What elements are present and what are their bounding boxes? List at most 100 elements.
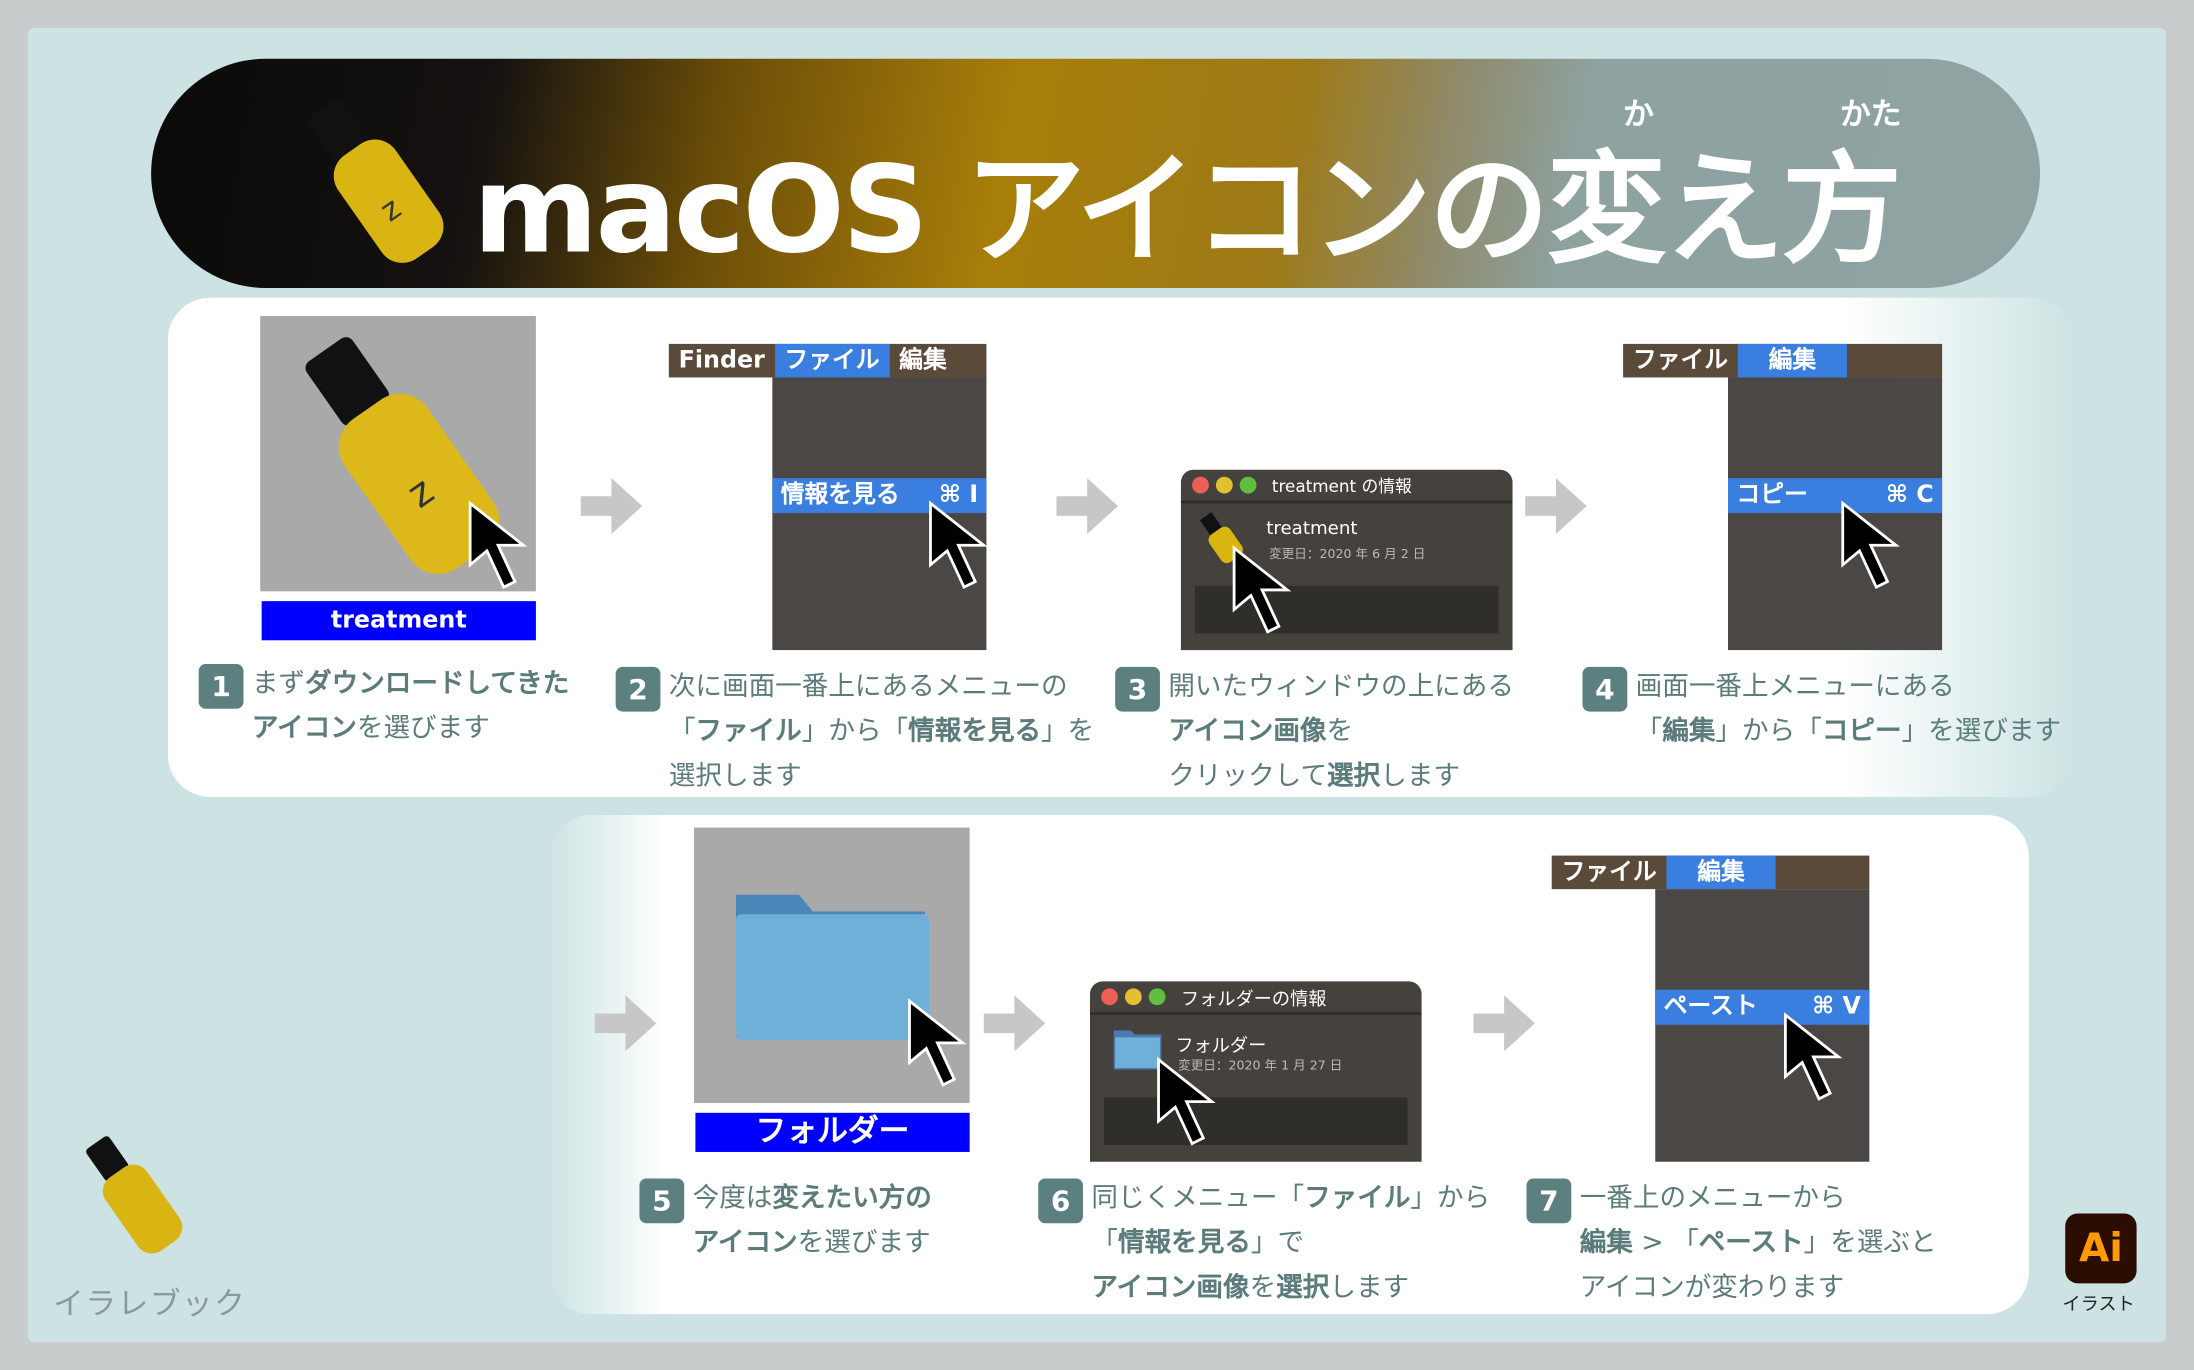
next-step-arrow-icon (1473, 995, 1535, 1052)
menu-finder[interactable]: Finder (669, 344, 775, 378)
next-step-arrow-icon (983, 995, 1046, 1052)
caption-text: 同じくメニュー「 (1091, 1182, 1305, 1214)
edit-dropdown: コピー ⌘ C (1728, 377, 1943, 651)
caption-text: アイコン画像 (1091, 1272, 1250, 1303)
caption-text: ペースト (1698, 1227, 1804, 1259)
minimize-button[interactable] (1124, 988, 1142, 1006)
menu-item-copy[interactable]: コピー ⌘ C (1728, 478, 1943, 514)
caption-text: 」から「 (801, 715, 909, 747)
step-number-badge: 4 (1582, 666, 1628, 712)
caption-text: を選びます (797, 1227, 931, 1259)
caption-text: 」から (1410, 1182, 1491, 1214)
caption-text: 情報を見る (1117, 1227, 1251, 1259)
info-box (1103, 1097, 1408, 1145)
caption-text: 「 (1635, 715, 1663, 747)
step-number-badge: 7 (1526, 1178, 1572, 1224)
menu-file[interactable]: ファイル (774, 343, 890, 378)
file-name: フォルダー (1175, 1035, 1267, 1057)
menubar: ファイル 編集 (1623, 343, 1943, 378)
caption-text: アイコンが変わります (1579, 1272, 1845, 1303)
caption-text: を (1326, 715, 1354, 747)
menu-edit[interactable]: 編集 (889, 344, 956, 378)
caption-text: します (1329, 1272, 1410, 1303)
page-title: macOS アイコンの変え方 (472, 141, 1902, 281)
next-step-arrow-icon (1525, 478, 1587, 535)
step-number-badge: 6 (1038, 1178, 1083, 1224)
caption-text: 」から「 (1715, 715, 1822, 747)
caption-text: 選択 (1276, 1272, 1330, 1303)
window-title: treatment の情報 (1271, 476, 1412, 496)
ruby-ka: か (1623, 97, 1654, 133)
mouse-cursor-icon (908, 998, 967, 1087)
menu-edit[interactable]: 編集 (1737, 343, 1847, 378)
step-caption: まずダウンロードしてきた アイコンを選びます (252, 661, 569, 750)
mouse-cursor-icon (1157, 1056, 1216, 1146)
file-name: treatment (1266, 518, 1358, 540)
caption-text: 一番上のメニューから (1579, 1182, 1846, 1214)
step-caption: 次に画面一番上にあるメニューの 「ファイル」から「情報を見る」を 選択します (669, 664, 1094, 798)
caption-text: ファイル (695, 715, 802, 747)
caption-text: アイコン (251, 712, 357, 744)
caption-text: を (1249, 1272, 1277, 1303)
menu-file[interactable]: ファイル (1552, 856, 1667, 890)
mouse-cursor-icon (468, 500, 528, 590)
caption-text: 編集 (1662, 715, 1716, 747)
step-caption: 開いたウィンドウの上にある アイコン画像をクリックして選択します (1168, 664, 1514, 798)
caption-text: ダウンロードしてきた (305, 668, 570, 699)
caption-text: 」を選びます (1901, 715, 2062, 747)
caption-text: 選択 (1327, 760, 1381, 792)
info-window: フォルダーの情報 フォルダー 変更日：2020 年 1 月 27 日 (1089, 981, 1422, 1162)
step-caption: 同じくメニュー「ファイル」から「情報を見る」で アイコン画像を選択します (1091, 1176, 1490, 1310)
menu-item-label: ペースト (1663, 992, 1758, 1021)
treatment-icon-label[interactable]: treatment (261, 601, 536, 641)
caption-text: 次に画面一番上にあるメニューの (668, 671, 1068, 702)
brand-logo-text: イラレブック (53, 1287, 247, 1323)
caption-text: 開いたウィンドウの上にある (1168, 671, 1514, 702)
mouse-cursor-icon (1232, 545, 1292, 634)
minimize-button[interactable] (1215, 476, 1233, 494)
mouse-cursor-icon (1783, 1012, 1843, 1101)
caption-text: > 「 (1632, 1227, 1699, 1259)
ruby-kata: かた (1839, 97, 1902, 133)
mouse-cursor-icon (1841, 500, 1900, 590)
step-number-badge: 2 (615, 666, 661, 712)
menu-file[interactable]: ファイル (1623, 344, 1738, 378)
caption-text: ファイル (1304, 1182, 1411, 1214)
caption-text: します (1380, 760, 1461, 792)
close-button[interactable] (1101, 988, 1118, 1006)
caption-text: アイコン画像 (1168, 715, 1327, 747)
caption-text: まず (251, 668, 306, 699)
caption-text: 「 (1091, 1227, 1118, 1259)
window-title: フォルダーの情報 (1180, 989, 1327, 1011)
caption-text: 編集 (1579, 1227, 1633, 1259)
caption-text: 」で (1250, 1227, 1305, 1259)
caption-text: 選択します (668, 760, 802, 792)
zoom-button[interactable] (1148, 988, 1166, 1006)
title-banner: z macOS アイコンの変え方 か かた (151, 58, 2041, 288)
caption-text: 「 (668, 715, 696, 747)
serum-bottle-icon: z (308, 98, 444, 263)
menubar: Finder ファイル 編集 (668, 343, 987, 378)
step-number-badge: 1 (198, 664, 244, 709)
caption-text: 」を (1041, 715, 1095, 747)
menu-edit[interactable]: 編集 (1666, 855, 1776, 890)
step-caption: 画面一番上メニューにある 「編集」から「コピー」を選びます (1636, 664, 2061, 753)
serum-bottle-logo (86, 1136, 183, 1254)
illustrator-app-icon: Ai (2065, 1213, 2137, 1284)
next-step-arrow-icon (1056, 478, 1118, 535)
caption-text: コピー (1821, 715, 1902, 747)
step-number-badge: 5 (639, 1178, 685, 1224)
step-number-badge: 3 (1115, 666, 1160, 712)
mouse-cursor-icon (929, 500, 988, 590)
step-caption: 一番上のメニューから 編集 > 「ペースト」を選ぶとアイコンが変わります (1580, 1176, 1937, 1310)
zoom-button[interactable] (1239, 476, 1257, 494)
close-button[interactable] (1192, 476, 1209, 494)
menu-item-label: コピー (1736, 480, 1808, 509)
caption-text: 」を選ぶと (1803, 1227, 1937, 1259)
app-badge-label: イラスト (2062, 1294, 2135, 1316)
next-step-arrow-icon (594, 995, 657, 1052)
caption-text: 変えたい方の (772, 1182, 932, 1214)
caption-text: アイコン (692, 1227, 798, 1259)
folder-icon-label[interactable]: フォルダー (695, 1112, 970, 1152)
caption-text: クリックして (1168, 760, 1328, 792)
